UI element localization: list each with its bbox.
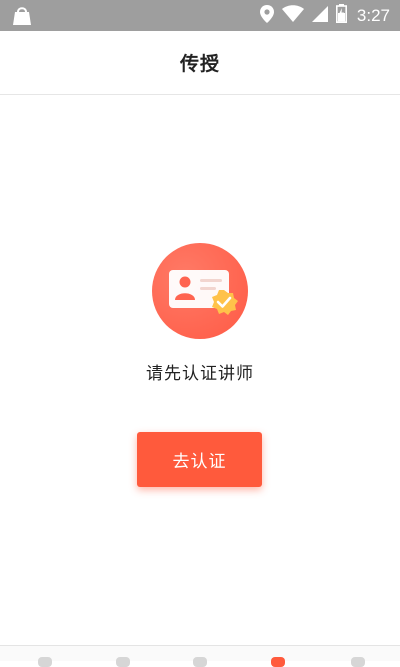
tab-study-icon[interactable]: [193, 657, 207, 667]
tab-teach-icon[interactable]: [271, 657, 285, 667]
tab-profile-icon[interactable]: [351, 657, 365, 667]
page-title: 传授: [179, 53, 220, 75]
status-time: 3:27: [356, 5, 390, 25]
verify-prompt-text: 请先认证讲师: [146, 364, 254, 384]
shopping-bag-icon: [11, 6, 33, 30]
bottom-tab-bar: [0, 645, 400, 667]
main-content: 请先认证讲师 去认证: [0, 96, 400, 645]
battery-icon: [335, 4, 347, 27]
signal-icon: [311, 5, 328, 26]
status-bar: 3:27: [0, 0, 400, 31]
top-app-bar: 传授: [0, 31, 400, 95]
go-verify-button[interactable]: 去认证: [137, 432, 262, 487]
tab-course-icon[interactable]: [116, 657, 130, 667]
wifi-icon: [281, 5, 304, 26]
location-icon: [259, 4, 274, 27]
id-card-verified-icon: [152, 243, 248, 339]
tab-home-icon[interactable]: [38, 657, 52, 667]
